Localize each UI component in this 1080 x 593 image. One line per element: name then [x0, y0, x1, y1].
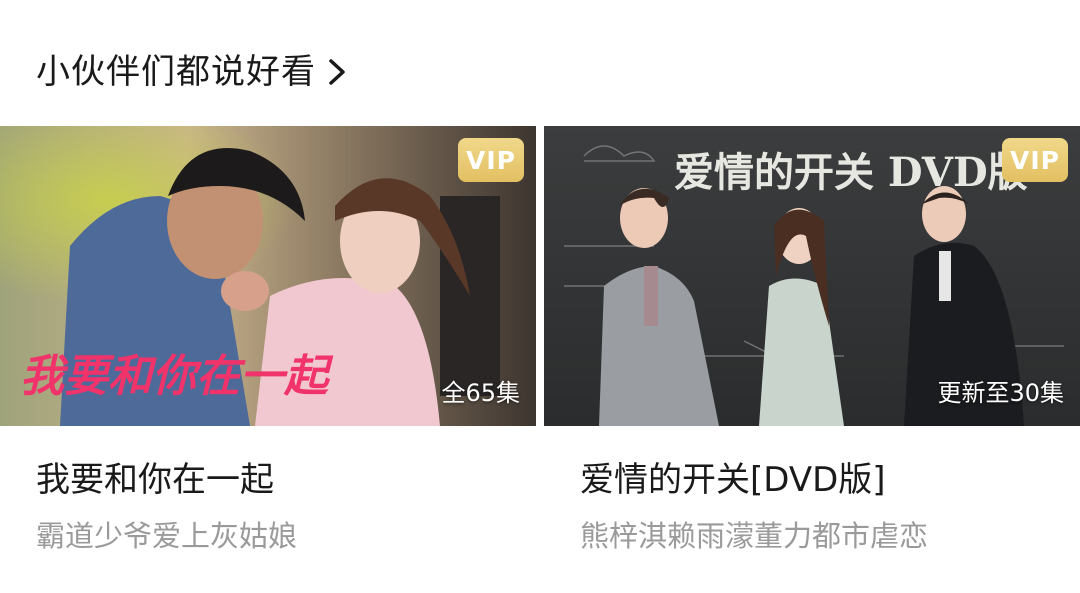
card-title[interactable]: 爱情的开关[DVD版] — [580, 456, 1080, 504]
card-title[interactable]: 我要和你在一起 — [36, 456, 536, 504]
chevron-right-icon — [329, 59, 345, 85]
episode-count: 全65集 — [441, 379, 520, 407]
poster-title-art-2: 爱情的开关 DVD版 — [674, 149, 1028, 196]
poster-1[interactable]: 我要和你在一起 VIP 全65集 — [0, 126, 536, 426]
poster-title-art-1: 我要和你在一起 — [20, 351, 334, 402]
card-subtitle: 霸道少爷爱上灰姑娘 — [36, 519, 298, 553]
poster-2[interactable]: 爱情的开关 DVD版 VIP 更新至30集 — [544, 126, 1080, 426]
vip-badge: VIP — [458, 138, 524, 182]
vip-badge: VIP — [1002, 138, 1068, 182]
drama-card-1[interactable]: 我要和你在一起 VIP 全65集 我要和你在一起 霸道少爷爱上灰姑娘 — [0, 126, 536, 556]
card-subtitle: 熊梓淇赖雨濛董力都市虐恋 — [580, 519, 929, 553]
episode-count: 更新至30集 — [937, 379, 1064, 407]
section-title: 小伙伴们都说好看 — [36, 52, 316, 92]
section-header-more[interactable]: 小伙伴们都说好看 — [36, 44, 348, 100]
drama-card-2[interactable]: 爱情的开关 DVD版 VIP 更新至30集 爱情的开关[DVD版] 熊梓淇赖雨濛… — [544, 126, 1080, 556]
